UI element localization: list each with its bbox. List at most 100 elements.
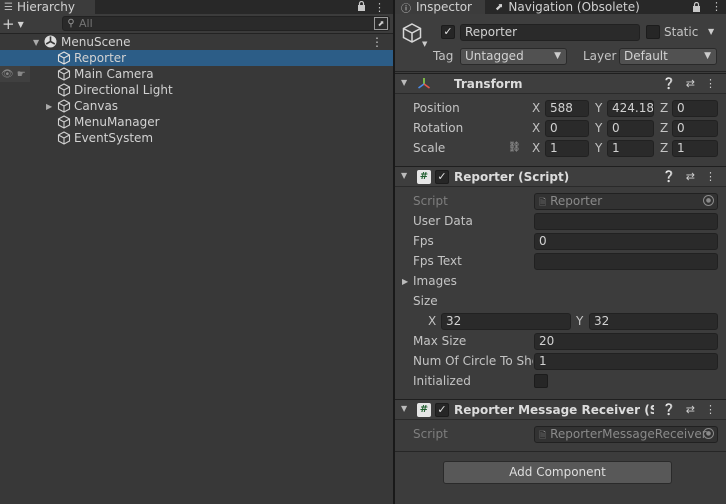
rotation-x-field[interactable]: 0 bbox=[545, 120, 589, 137]
axis-y-label[interactable]: Y bbox=[576, 314, 583, 328]
axis-y-label[interactable]: Y bbox=[595, 121, 602, 135]
fps-text-field[interactable] bbox=[534, 253, 718, 270]
fold-open-icon[interactable]: ▼ bbox=[33, 38, 43, 47]
axis-y-label[interactable]: Y bbox=[595, 141, 602, 155]
eye-icon[interactable]: 👁 bbox=[1, 69, 14, 80]
axis-x-label[interactable]: X bbox=[532, 101, 540, 115]
gameobject-name-field[interactable]: Reporter bbox=[460, 24, 640, 41]
position-x-field[interactable]: 588 bbox=[545, 100, 589, 117]
create-dropdown-button[interactable]: + ▼ bbox=[2, 16, 30, 32]
pickable-hand-icon[interactable]: ☛ bbox=[17, 69, 26, 80]
initialized-checkbox[interactable] bbox=[534, 374, 548, 388]
kebab-menu-icon[interactable]: ⋮ bbox=[711, 0, 722, 13]
axis-x-label[interactable]: X bbox=[532, 141, 540, 155]
initialized-label: Initialized bbox=[413, 374, 471, 388]
axis-y-label[interactable]: Y bbox=[595, 101, 602, 115]
tag-dropdown[interactable]: Untagged ▼ bbox=[460, 48, 567, 65]
scale-x-field[interactable]: 1 bbox=[545, 140, 589, 157]
user-data-field[interactable] bbox=[534, 213, 718, 230]
position-y-field[interactable]: 424.18 bbox=[607, 100, 654, 117]
max-size-field[interactable]: 20 bbox=[534, 333, 718, 350]
kebab-menu-icon[interactable]: ⋮ bbox=[705, 77, 716, 90]
caret-down-icon[interactable]: ▼ bbox=[422, 40, 427, 48]
gameobject-header: ▼ ✓ Reporter Static ▼ Tag Untagged ▼ Lay… bbox=[395, 14, 726, 72]
size-y-field[interactable]: 32 bbox=[589, 313, 718, 330]
layer-value: Default bbox=[624, 49, 668, 63]
add-component-button[interactable]: Add Component bbox=[443, 461, 672, 484]
inspector-panel: ⓘ Inspector ⬈ Navigation (Obsolete) ⋮ ▼ … bbox=[395, 0, 726, 504]
tab-navigation-label: Navigation (Obsolete) bbox=[508, 0, 640, 14]
axis-z-label[interactable]: Z bbox=[660, 141, 668, 155]
reporter-script-field: 🗎 Reporter ● bbox=[534, 193, 718, 210]
fold-open-icon[interactable]: ▼ bbox=[401, 171, 407, 180]
rotation-y-field[interactable]: 0 bbox=[607, 120, 654, 137]
static-caret-down-icon[interactable]: ▼ bbox=[708, 27, 714, 36]
receiver-script-header[interactable]: ▼ # ✓ Reporter Message Receiver (Scrip ❔… bbox=[395, 399, 726, 420]
fold-open-icon[interactable]: ▼ bbox=[401, 78, 407, 87]
object-picker-icon[interactable]: ● bbox=[703, 195, 714, 206]
script-label: Script bbox=[413, 194, 448, 208]
search-icon: ⚲ bbox=[67, 18, 75, 29]
gameobject-cube-icon[interactable] bbox=[401, 22, 423, 47]
object-picker-icon[interactable]: ● bbox=[703, 428, 714, 439]
static-checkbox[interactable] bbox=[646, 25, 660, 39]
tab-navigation[interactable]: ⬈ Navigation (Obsolete) bbox=[495, 0, 640, 14]
scale-y-field[interactable]: 1 bbox=[607, 140, 654, 157]
images-label[interactable]: Images bbox=[413, 274, 457, 288]
hierarchy-item-label: Canvas bbox=[74, 99, 119, 113]
fold-closed-icon[interactable]: ▶ bbox=[402, 277, 408, 286]
receiver-enabled-checkbox[interactable]: ✓ bbox=[435, 403, 449, 417]
fold-open-icon[interactable]: ▼ bbox=[401, 404, 407, 413]
fps-field[interactable]: 0 bbox=[534, 233, 718, 250]
help-icon[interactable]: ❔ bbox=[662, 170, 676, 183]
rotation-z-field[interactable]: 0 bbox=[672, 120, 718, 137]
kebab-menu-icon[interactable]: ⋮ bbox=[374, 1, 385, 14]
kebab-menu-icon[interactable]: ⋮ bbox=[705, 170, 716, 183]
hierarchy-item-main-camera[interactable]: 👁 ☛ Main Camera bbox=[0, 66, 393, 82]
hierarchy-item-event-system[interactable]: EventSystem bbox=[0, 130, 393, 146]
hierarchy-item-reporter[interactable]: Reporter bbox=[0, 50, 393, 66]
tab-inspector[interactable]: ⓘ Inspector bbox=[395, 0, 485, 15]
hierarchy-item-label: Reporter bbox=[74, 51, 127, 65]
scale-z-field[interactable]: 1 bbox=[672, 140, 718, 157]
help-icon[interactable]: ❔ bbox=[662, 403, 676, 416]
visibility-toggles: 👁 ☛ bbox=[0, 66, 30, 82]
scene-name: MenuScene bbox=[61, 35, 131, 49]
axis-z-label[interactable]: Z bbox=[660, 101, 668, 115]
position-z-field[interactable]: 0 bbox=[672, 100, 718, 117]
presets-sliders-icon[interactable]: ⇄ bbox=[686, 77, 695, 90]
tab-hierarchy[interactable]: ☰ Hierarchy bbox=[0, 0, 95, 14]
axis-x-label[interactable]: X bbox=[532, 121, 540, 135]
caret-down-icon: ▼ bbox=[17, 19, 24, 29]
size-x-field[interactable]: 32 bbox=[441, 313, 571, 330]
fold-closed-icon[interactable]: ▶ bbox=[46, 102, 56, 111]
scene-row[interactable]: ▼ MenuScene ⋮ bbox=[0, 34, 393, 50]
hierarchy-item-canvas[interactable]: ▶ Canvas bbox=[0, 98, 393, 114]
hierarchy-item-label: Main Camera bbox=[74, 67, 154, 81]
reporter-script-header[interactable]: ▼ # ✓ Reporter (Script) ❔ ⇄ ⋮ bbox=[395, 166, 726, 187]
num-of-circle-field[interactable]: 1 bbox=[534, 353, 718, 370]
help-icon[interactable]: ❔ bbox=[662, 77, 676, 90]
scene-filter-icon[interactable]: ⬈ bbox=[374, 17, 388, 30]
kebab-menu-icon[interactable]: ⋮ bbox=[705, 403, 716, 416]
gameobject-active-checkbox[interactable]: ✓ bbox=[441, 25, 455, 39]
axis-x-label[interactable]: X bbox=[428, 314, 436, 328]
presets-sliders-icon[interactable]: ⇄ bbox=[686, 170, 695, 183]
script-file-icon: 🗎 bbox=[539, 431, 547, 441]
lock-icon[interactable] bbox=[692, 1, 701, 15]
search-input[interactable] bbox=[79, 17, 374, 30]
scene-kebab-menu-icon[interactable]: ⋮ bbox=[371, 35, 383, 49]
transform-header[interactable]: ▼ Transform ❔ ⇄ ⋮ bbox=[395, 73, 726, 94]
layer-dropdown[interactable]: Default ▼ bbox=[619, 48, 717, 65]
reporter-enabled-checkbox[interactable]: ✓ bbox=[435, 170, 449, 184]
lock-icon[interactable] bbox=[357, 0, 366, 14]
inspector-tab-bar: ⓘ Inspector ⬈ Navigation (Obsolete) ⋮ bbox=[395, 0, 726, 15]
hierarchy-item-directional-light[interactable]: Directional Light bbox=[0, 82, 393, 98]
csharp-script-icon: # bbox=[417, 170, 431, 184]
presets-sliders-icon[interactable]: ⇄ bbox=[686, 403, 695, 416]
rotation-label: Rotation bbox=[413, 121, 464, 135]
hierarchy-item-menu-manager[interactable]: MenuManager bbox=[0, 114, 393, 130]
axis-z-label[interactable]: Z bbox=[660, 121, 668, 135]
hierarchy-search[interactable]: ⚲ ⬈ bbox=[62, 16, 390, 31]
constrain-proportions-link-icon[interactable]: ⛓ bbox=[508, 142, 521, 153]
